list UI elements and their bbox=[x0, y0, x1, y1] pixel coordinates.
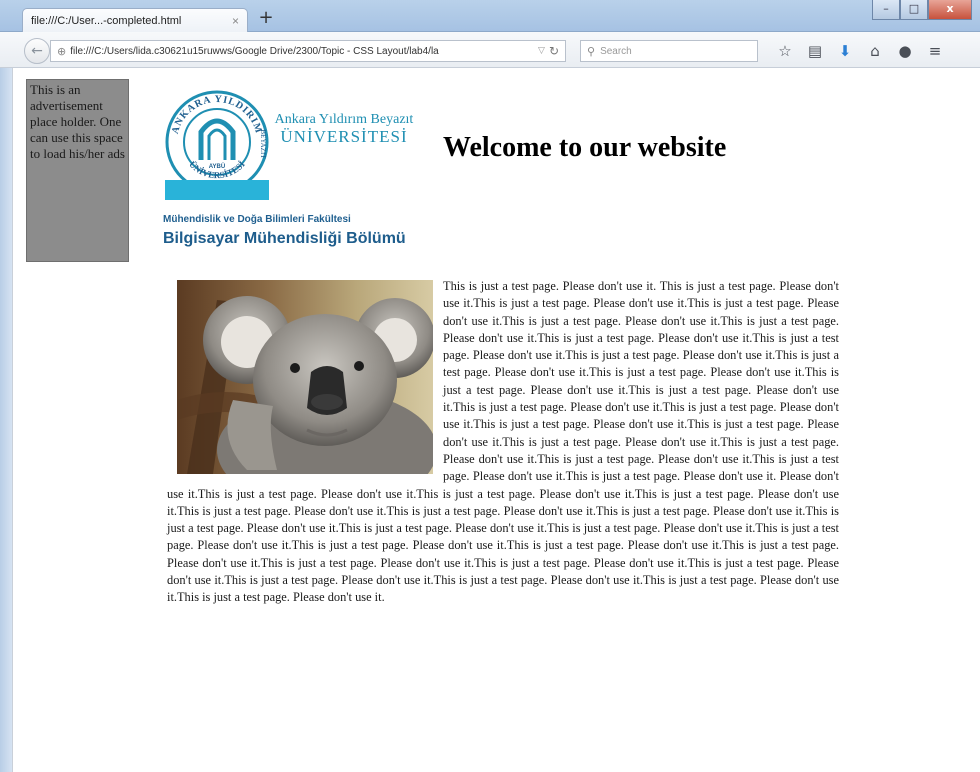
search-icon: ⚲ bbox=[587, 44, 596, 58]
article-content: This is just a test page. Please don't u… bbox=[167, 278, 839, 607]
browser-tab[interactable]: file:///C:/User...-completed.html × bbox=[22, 8, 248, 32]
window-titlebar: file:///C:/User...-completed.html × + – … bbox=[0, 0, 980, 32]
url-bar[interactable]: ⊕ file:///C:/Users/lida.c30621u15ruwws/G… bbox=[50, 40, 566, 62]
tab-close-icon[interactable]: × bbox=[232, 14, 239, 28]
menu-icon[interactable]: ≡ bbox=[926, 42, 944, 60]
reading-list-icon[interactable]: ▤ bbox=[806, 42, 824, 60]
faculty-name: Mühendislik ve Doğa Bilimleri Fakültesi bbox=[163, 214, 351, 225]
site-info-icon[interactable]: ⊕ bbox=[57, 45, 66, 58]
university-logo: ANKARA YILDIRIM ÜNİVERSİTESİ AYBÜ BEYAZI… bbox=[165, 90, 269, 200]
home-icon[interactable]: ⌂ bbox=[866, 42, 884, 60]
navigation-toolbar: ← ⊕ file:///C:/Users/lida.c30621u15ruwws… bbox=[0, 32, 980, 68]
back-icon[interactable]: ← bbox=[24, 38, 50, 64]
page-viewport: This is an advertisement place holder. O… bbox=[12, 68, 980, 772]
search-input[interactable]: ⚲ Search bbox=[580, 40, 758, 62]
window-controls: – □ x bbox=[872, 0, 972, 20]
new-tab-button[interactable]: + bbox=[256, 8, 276, 28]
reload-icon[interactable]: ↻ bbox=[549, 44, 559, 58]
search-placeholder: Search bbox=[600, 45, 632, 57]
university-name-line2: ÜNİVERSİTESİ bbox=[280, 127, 408, 146]
download-icon[interactable]: ⬇ bbox=[836, 42, 854, 60]
close-window-button[interactable]: x bbox=[928, 0, 972, 20]
window-left-frame bbox=[0, 68, 12, 772]
logo-badge: AYBÜ bbox=[209, 163, 225, 170]
university-name: Ankara Yıldırım Beyazıt ÜNİVERSİTESİ bbox=[269, 112, 419, 146]
tab-title: file:///C:/User...-completed.html bbox=[31, 14, 182, 27]
department-name: Bilgisayar Mühendisliği Bölümü bbox=[163, 230, 406, 247]
minimize-button[interactable]: – bbox=[872, 0, 900, 20]
logo-ring-text-side: BEYAZIT bbox=[259, 129, 267, 159]
toolbar-icons: ☆ ▤ ⬇ ⌂ ● ≡ bbox=[776, 42, 944, 60]
url-text[interactable]: file:///C:/Users/lida.c30621u15ruwws/Goo… bbox=[70, 46, 534, 57]
maximize-button[interactable]: □ bbox=[900, 0, 928, 20]
page-title: Welcome to our website bbox=[443, 132, 727, 163]
chat-icon[interactable]: ● bbox=[896, 42, 914, 60]
university-name-line1: Ankara Yıldırım Beyazıt bbox=[274, 112, 414, 127]
koala-image bbox=[177, 280, 433, 474]
advertisement-placeholder: This is an advertisement place holder. O… bbox=[26, 79, 129, 262]
bookmark-star-icon[interactable]: ☆ bbox=[776, 42, 794, 60]
url-dropdown-icon[interactable]: ▽ bbox=[538, 46, 545, 56]
